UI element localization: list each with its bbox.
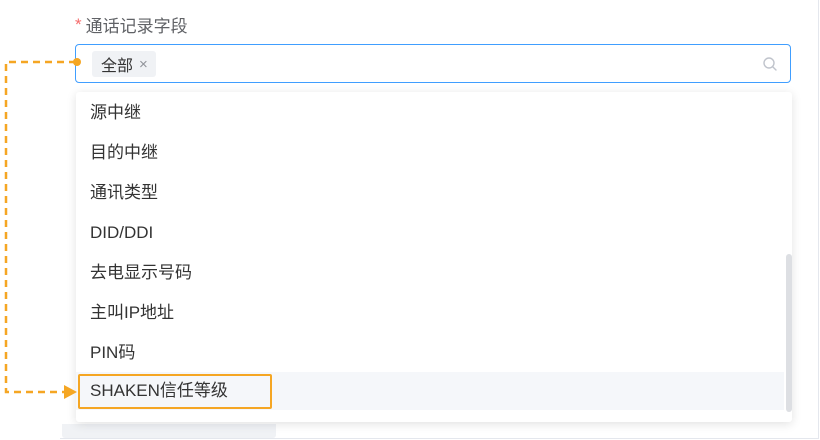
annotation-arrow bbox=[4, 58, 81, 399]
annotation-start-dot bbox=[73, 58, 81, 66]
annotation-arrowhead bbox=[64, 385, 77, 399]
